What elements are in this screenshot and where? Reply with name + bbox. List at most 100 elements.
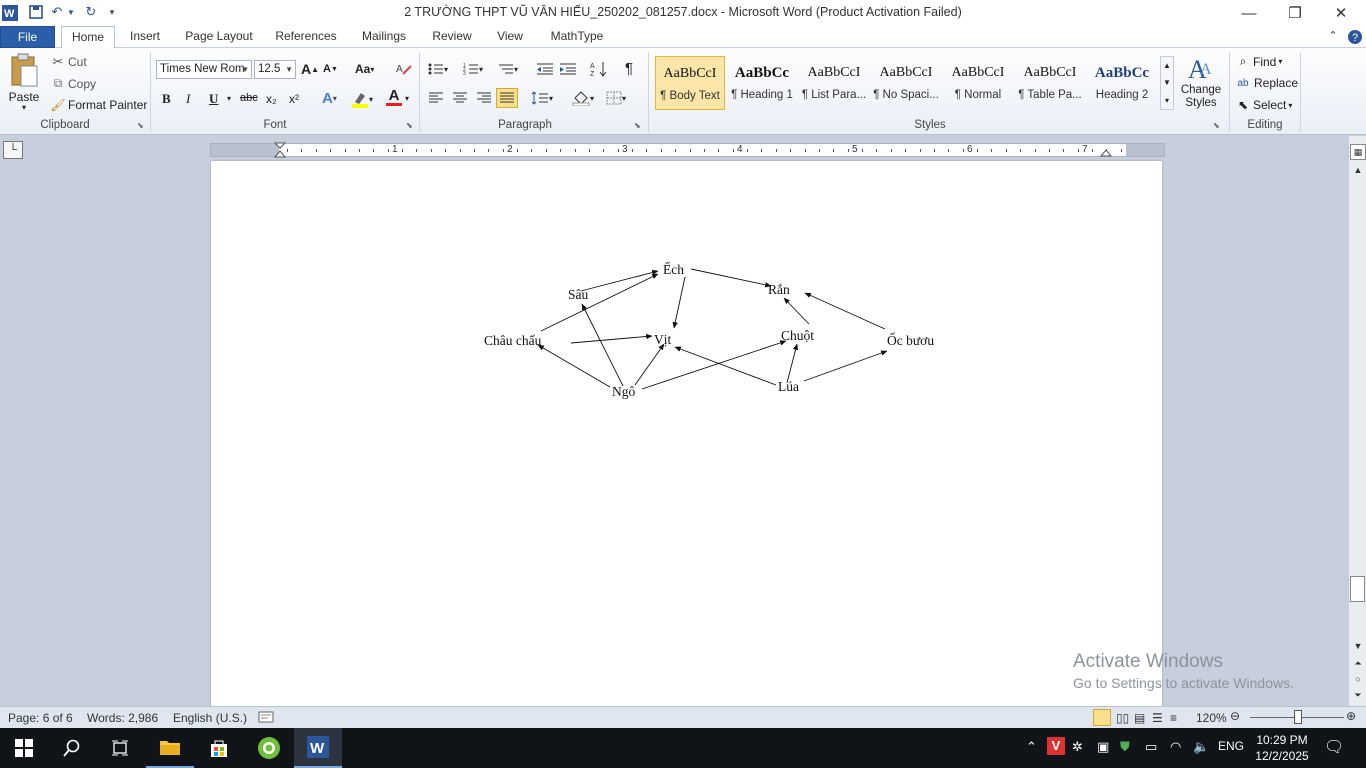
scroll-down-icon[interactable]: ▼ [1163, 78, 1171, 87]
close-button[interactable]: ✕ [1318, 0, 1364, 26]
tab-insert[interactable]: Insert [124, 26, 166, 48]
find-button[interactable]: ⌕ Find ▾ [1235, 54, 1283, 69]
file-explorer-button[interactable] [146, 728, 194, 768]
zoom-slider-thumb[interactable] [1294, 710, 1302, 724]
scroll-up-icon[interactable]: ▲ [1163, 61, 1171, 70]
style-no-spacing[interactable]: AaBbCcI ¶ No Spaci... [871, 56, 941, 110]
next-page-icon[interactable]: ⏷ [1350, 688, 1366, 702]
tab-page-layout[interactable]: Page Layout [180, 26, 258, 48]
change-styles-button[interactable]: AA Change Styles [1178, 52, 1224, 116]
cut-button[interactable]: ✂ Cut [50, 54, 87, 70]
display-icon[interactable]: ▣ [1097, 739, 1109, 755]
scroll-thumb[interactable] [1350, 576, 1365, 602]
style-heading-1[interactable]: AaBbCc ¶ Heading 1 [727, 56, 797, 110]
scroll-down-icon[interactable]: ▼ [1350, 639, 1366, 653]
tab-file[interactable]: File [0, 26, 55, 48]
minimize-ribbon-icon[interactable]: ⌃ [1324, 26, 1342, 48]
underline-button[interactable]: U [209, 91, 218, 107]
font-size-combo[interactable]: 12.5 ▼ [254, 60, 296, 79]
align-left-button[interactable] [428, 91, 444, 105]
document-page[interactable]: Ếch Sâu Rắn Châu chấu Vịt Chuột Ốc bươu … [211, 161, 1162, 706]
bullets-button[interactable]: ▾ [428, 62, 448, 76]
tab-review[interactable]: Review [426, 26, 478, 48]
show-hidden-icons-icon[interactable]: ⌃ [1026, 739, 1037, 755]
tab-selector-button[interactable]: └ [3, 141, 23, 159]
style-heading-2[interactable]: AaBbCc Heading 2 [1087, 56, 1157, 110]
proofing-icon[interactable] [258, 710, 274, 727]
tab-references[interactable]: References [270, 26, 342, 48]
volume-icon[interactable]: 🔈 [1193, 739, 1209, 755]
help-icon[interactable]: ? [1345, 26, 1365, 48]
strikethrough-button[interactable]: abc [240, 92, 258, 104]
paragraph-launcher-icon[interactable]: ⬊ [634, 121, 641, 130]
previous-page-icon[interactable]: ⏶ [1350, 656, 1366, 670]
zoom-out-icon[interactable]: ⊖ [1230, 709, 1240, 723]
input-language[interactable]: ENG [1218, 739, 1244, 753]
underline-dropdown-icon[interactable]: ▾ [227, 94, 231, 103]
start-button[interactable] [0, 728, 48, 768]
style-normal[interactable]: AaBbCcI ¶ Normal [943, 56, 1013, 110]
full-screen-reading-icon[interactable]: ▯▯ [1116, 711, 1129, 725]
styles-gallery-scroll[interactable]: ▲ ▼ ▾ [1160, 56, 1174, 110]
word-count[interactable]: Words: 2,986 [87, 711, 158, 725]
text-effects-button[interactable]: A ▾ [322, 90, 337, 107]
clipboard-launcher-icon[interactable]: ⬊ [137, 121, 144, 130]
superscript-button[interactable]: x² [289, 92, 299, 106]
bold-button[interactable]: B [162, 91, 171, 107]
tray-app-icon[interactable]: ✲ [1072, 739, 1083, 755]
zoom-in-icon[interactable]: ⊕ [1346, 709, 1356, 723]
page-count[interactable]: Page: 6 of 6 [8, 711, 73, 725]
vertical-scrollbar[interactable]: ▦ ▲ ▼ ⏶ ○ ⏷ [1348, 136, 1366, 706]
ruler-toggle-icon[interactable]: ▦ [1350, 144, 1366, 160]
right-indent-marker-icon[interactable] [1100, 148, 1112, 157]
font-color-button[interactable]: A [386, 88, 402, 106]
task-view-button[interactable] [96, 728, 144, 768]
decrease-indent-button[interactable] [536, 62, 554, 76]
subscript-button[interactable]: x₂ [266, 92, 277, 106]
highlight-button[interactable]: ▾ [351, 90, 373, 108]
wifi-icon[interactable]: ◠ [1170, 739, 1181, 755]
tab-mathtype[interactable]: MathType [543, 26, 611, 48]
font-launcher-icon[interactable]: ⬊ [406, 121, 413, 130]
style-list-paragraph[interactable]: AaBbCcI ¶ List Para... [799, 56, 869, 110]
styles-launcher-icon[interactable]: ⬊ [1213, 121, 1220, 130]
select-browse-object-icon[interactable]: ○ [1350, 672, 1366, 686]
more-styles-icon[interactable]: ▾ [1165, 96, 1169, 105]
align-right-button[interactable] [476, 91, 492, 105]
font-name-combo[interactable]: Times New Rom ▼ [156, 60, 252, 79]
outline-view-icon[interactable]: ☰ [1152, 711, 1163, 725]
show-formatting-marks-button[interactable]: ¶ [625, 60, 633, 77]
grow-font-button[interactable]: A ▲ [301, 61, 319, 77]
numbering-button[interactable]: 123 ▾ [463, 62, 483, 76]
line-spacing-button[interactable]: ▾ [531, 91, 553, 105]
print-layout-icon[interactable] [1093, 709, 1111, 726]
justify-button[interactable] [496, 88, 518, 108]
language-indicator[interactable]: English (U.S.) [173, 711, 247, 725]
search-button[interactable] [48, 728, 96, 768]
unikey-icon[interactable]: V [1047, 737, 1065, 755]
change-case-button[interactable]: Aa ▾ [355, 62, 374, 76]
horizontal-ruler[interactable]: 1 2 3 4 5 6 7 [210, 142, 1165, 158]
shading-button[interactable]: ▾ [572, 90, 594, 106]
select-button[interactable]: ⬉ Select ▾ [1235, 98, 1292, 112]
notifications-icon[interactable]: 🗨 [1324, 737, 1344, 757]
font-color-dropdown-icon[interactable]: ▾ [405, 94, 409, 103]
word-taskbar-button[interactable]: W [294, 728, 342, 768]
borders-button[interactable]: ▾ [606, 91, 626, 105]
style-body-text[interactable]: AaBbCcI ¶ Body Text [655, 56, 725, 110]
minimize-button[interactable]: — [1226, 0, 1272, 26]
tab-view[interactable]: View [490, 26, 530, 48]
zoom-level[interactable]: 120% [1196, 711, 1227, 725]
multilevel-list-button[interactable]: ▾ [498, 62, 518, 76]
style-table-paragraph[interactable]: AaBbCcI ¶ Table Pa... [1015, 56, 1085, 110]
format-painter-button[interactable]: 🖌 Format Painter [50, 98, 147, 112]
italic-button[interactable]: I [186, 91, 190, 107]
copy-button[interactable]: ⧉ Copy [50, 76, 96, 91]
tab-home[interactable]: Home [61, 26, 115, 49]
web-layout-icon[interactable]: ▤ [1134, 711, 1145, 725]
paste-button[interactable]: Paste ▾ [6, 52, 42, 116]
tab-mailings[interactable]: Mailings [354, 26, 414, 48]
shrink-font-button[interactable]: A ▼ [323, 63, 338, 75]
indent-marker-icon[interactable] [274, 142, 286, 158]
clear-formatting-button[interactable]: A [395, 60, 413, 78]
